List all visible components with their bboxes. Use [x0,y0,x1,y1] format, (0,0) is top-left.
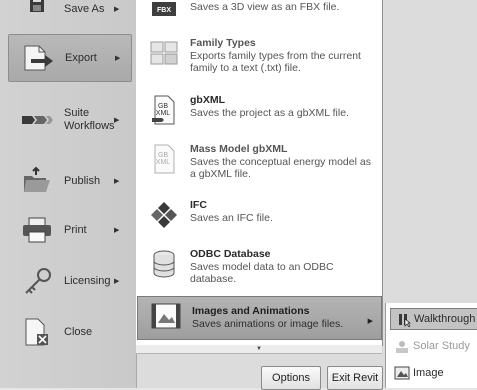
chevron-right-icon: ▶ [367,318,373,325]
mass-model-gbxml-title: Mass Model gbXML [190,143,288,155]
suite-workflows-icon [20,105,54,135]
mass-model-gbxml-description: Saves the conceptual energy model as a g… [190,156,371,180]
application-menu: Save As ▶ Export ▶ Suite Workflows ▶ Pub… [0,0,477,390]
image-label: Image [413,367,444,379]
application-menu-commands: Save As ▶ Export ▶ Suite Workflows ▶ Pub… [0,0,137,388]
options-button[interactable]: Options [261,366,321,390]
licensing-item[interactable]: Licensing ▶ [8,262,130,300]
print-item[interactable]: Print ▶ [8,211,130,249]
ifc-icon [148,199,180,231]
svg-text:XML: XML [156,110,171,117]
images-and-animations-title: Images and Animations [192,305,310,317]
images-and-animations-description: Saves animations or image files. [192,318,344,330]
export-item[interactable]: Export ▶ [8,34,132,82]
publish-item[interactable]: Publish ▶ [8,162,130,200]
licensing-label: Licensing [64,274,111,287]
fbx-badge: FBX [157,7,171,14]
family-types-icon [148,37,180,69]
solar-study-icon [394,338,410,354]
close-document-icon [20,317,54,347]
gbxml-icon: GB XML [148,94,180,126]
print-label: Print [64,223,87,236]
save-as-item[interactable]: Save As ▶ [8,0,130,22]
odbc-database-item[interactable]: ODBC Database Saves model data to an ODB… [136,248,382,292]
chevron-right-icon: ▶ [114,117,120,124]
image-item[interactable]: Image [390,363,477,383]
close-item[interactable]: Close [8,313,130,351]
family-types-title: Family Types [190,37,256,49]
images-and-animations-item[interactable]: Images and Animations Saves animations o… [137,296,382,340]
ifc-title: IFC [190,199,207,211]
ifc-description: Saves an IFC file. [190,212,273,224]
odbc-database-title: ODBC Database [190,248,271,260]
gbxml-description: Saves the project as a gbXML file. [190,107,349,119]
scroll-down-arrow[interactable]: ▼ [136,345,382,354]
save-as-icon [20,0,54,24]
publish-label: Publish [64,174,101,187]
suite-workflows-item[interactable]: Suite Workflows ▶ [8,98,130,142]
svg-text:GB: GB [158,103,168,110]
mass-model-gbxml-icon: GB XML [148,143,180,175]
close-label: Close [64,325,93,338]
export-icon [21,43,55,73]
gbxml-title: gbXML [190,94,225,106]
export-submenu: FBX Saves a 3D view as an FBX file. Fami… [136,0,383,354]
solar-study-item[interactable]: Solar Study [390,336,477,356]
print-icon [20,215,54,245]
image-icon [394,365,410,381]
exit-revit-button[interactable]: Exit Revit [327,366,383,390]
svg-text:XML: XML [156,159,171,166]
family-types-item[interactable]: Family Types Exports family types from t… [136,37,382,81]
images-animations-icon [150,301,182,333]
mass-model-gbxml-item[interactable]: GB XML Mass Model gbXML Saves the concep… [136,143,382,187]
gbxml-item[interactable]: GB XML gbXML Saves the project as a gbXM… [136,94,382,132]
walkthrough-label: Walkthrough [414,313,476,325]
chevron-right-icon: ▶ [114,278,120,285]
chevron-right-icon: ▶ [114,227,120,234]
fbx-export-item[interactable]: FBX Saves a 3D view as an FBX file. [136,0,382,24]
ifc-item[interactable]: IFC Saves an IFC file. [136,199,382,239]
family-types-description: Exports family types from the current fa… [190,50,361,74]
suite-workflows-label: Suite Workflows [64,107,115,132]
licensing-key-icon [20,266,54,296]
chevron-right-icon: ▶ [114,6,120,13]
images-animations-flyout: Walkthrough Solar Study Image [385,303,477,388]
fbx-icon: FBX [148,0,180,30]
solar-study-label: Solar Study [413,340,470,352]
odbc-database-description: Saves model data to an ODBC database. [190,261,334,285]
svg-text:GB: GB [158,152,168,159]
walkthrough-item[interactable]: Walkthrough [390,308,477,330]
export-label: Export [65,51,97,64]
odbc-database-icon [148,248,180,280]
chevron-right-icon: ▶ [115,55,121,62]
walkthrough-icon [395,311,411,328]
chevron-right-icon: ▶ [114,178,120,185]
save-as-label: Save As [64,2,105,15]
publish-icon [20,166,54,196]
fbx-description: Saves a 3D view as an FBX file. [190,1,340,13]
